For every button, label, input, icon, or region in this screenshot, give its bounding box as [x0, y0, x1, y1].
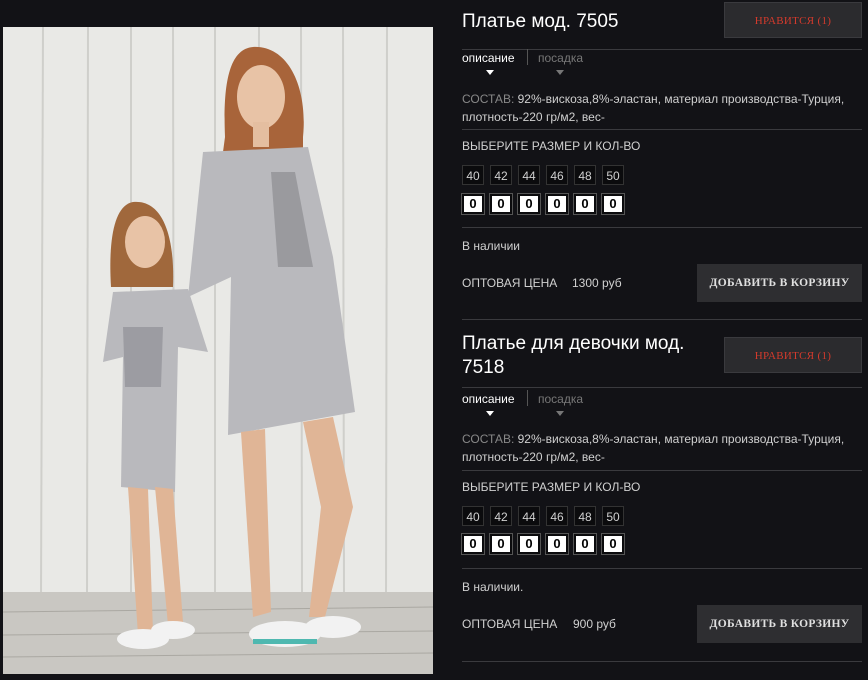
product-photo	[3, 27, 433, 674]
price-row: ОПТОВАЯ ЦЕНА 1300 руб	[462, 276, 622, 290]
price-value: 1300 руб	[572, 276, 622, 290]
divider	[462, 49, 862, 50]
size-list: 40 42 44 46 48 50	[462, 165, 624, 185]
tab-separator	[527, 390, 528, 406]
size-option: 48	[574, 165, 596, 185]
price-label: ОПТОВАЯ ЦЕНА	[462, 276, 558, 290]
size-option: 40	[462, 165, 484, 185]
caret-down-icon	[486, 411, 494, 416]
composition-label: СОСТАВ:	[462, 432, 515, 446]
size-option: 42	[490, 165, 512, 185]
tab-fit[interactable]: посадка	[538, 392, 583, 406]
quantity-input[interactable]: 0	[601, 193, 625, 215]
quantity-input[interactable]: 0	[601, 533, 625, 555]
divider	[462, 661, 862, 662]
like-button[interactable]: НРАВИТСЯ (1)	[724, 2, 862, 38]
quantity-input[interactable]: 0	[517, 193, 541, 215]
composition-label: СОСТАВ:	[462, 92, 515, 106]
composition: СОСТАВ: 92%-вискоза,8%-эластан, материал…	[462, 90, 857, 126]
product-title: Платье мод. 7505	[462, 11, 619, 32]
add-to-cart-button[interactable]: ДОБАВИТЬ В КОРЗИНУ	[697, 605, 862, 643]
quantity-input[interactable]: 0	[573, 533, 597, 555]
caret-down-icon	[556, 411, 564, 416]
divider	[462, 568, 862, 569]
caret-down-icon	[556, 70, 564, 75]
size-list: 40 42 44 46 48 50	[462, 506, 624, 526]
composition-text: 92%-вискоза,8%-эластан, материал произво…	[462, 92, 845, 124]
divider	[462, 387, 862, 388]
size-option: 50	[602, 165, 624, 185]
size-option: 46	[546, 165, 568, 185]
divider	[462, 470, 862, 471]
availability-status: В наличии	[462, 239, 521, 253]
composition-text: 92%-вискоза,8%-эластан, материал произво…	[462, 432, 845, 464]
divider	[462, 227, 862, 228]
availability-status: В наличии.	[462, 580, 524, 594]
size-prompt: ВЫБЕРИТЕ РАЗМЕР И КОЛ-ВО	[462, 139, 641, 153]
size-option: 48	[574, 506, 596, 526]
tab-separator	[527, 49, 528, 65]
size-option: 46	[546, 506, 568, 526]
composition: СОСТАВ: 92%-вискоза,8%-эластан, материал…	[462, 430, 857, 466]
quantity-list: 0 0 0 0 0 0	[461, 193, 625, 215]
divider	[462, 129, 862, 130]
size-prompt: ВЫБЕРИТЕ РАЗМЕР И КОЛ-ВО	[462, 480, 641, 494]
size-option: 44	[518, 165, 540, 185]
price-label: ОПТОВАЯ ЦЕНА	[462, 617, 558, 631]
caret-down-icon	[486, 70, 494, 75]
tab-description[interactable]: описание	[462, 392, 515, 406]
size-option: 44	[518, 506, 540, 526]
tab-fit[interactable]: посадка	[538, 51, 583, 65]
quantity-list: 0 0 0 0 0 0	[461, 533, 625, 555]
product-photo-illustration	[3, 27, 433, 674]
divider	[462, 319, 862, 320]
quantity-input[interactable]: 0	[517, 533, 541, 555]
price-row: ОПТОВАЯ ЦЕНА 900 руб	[462, 617, 616, 631]
quantity-input[interactable]: 0	[489, 193, 513, 215]
size-option: 50	[602, 506, 624, 526]
quantity-input[interactable]: 0	[573, 193, 597, 215]
quantity-input[interactable]: 0	[489, 533, 513, 555]
quantity-input[interactable]: 0	[461, 533, 485, 555]
size-option: 40	[462, 506, 484, 526]
size-option: 42	[490, 506, 512, 526]
tab-description[interactable]: описание	[462, 51, 515, 65]
quantity-input[interactable]: 0	[545, 193, 569, 215]
product-title: Платье для девочки мод. 7518	[462, 333, 685, 378]
add-to-cart-button[interactable]: ДОБАВИТЬ В КОРЗИНУ	[697, 264, 862, 302]
quantity-input[interactable]: 0	[461, 193, 485, 215]
like-button[interactable]: НРАВИТСЯ (1)	[724, 337, 862, 373]
quantity-input[interactable]: 0	[545, 533, 569, 555]
price-value: 900 руб	[573, 617, 616, 631]
